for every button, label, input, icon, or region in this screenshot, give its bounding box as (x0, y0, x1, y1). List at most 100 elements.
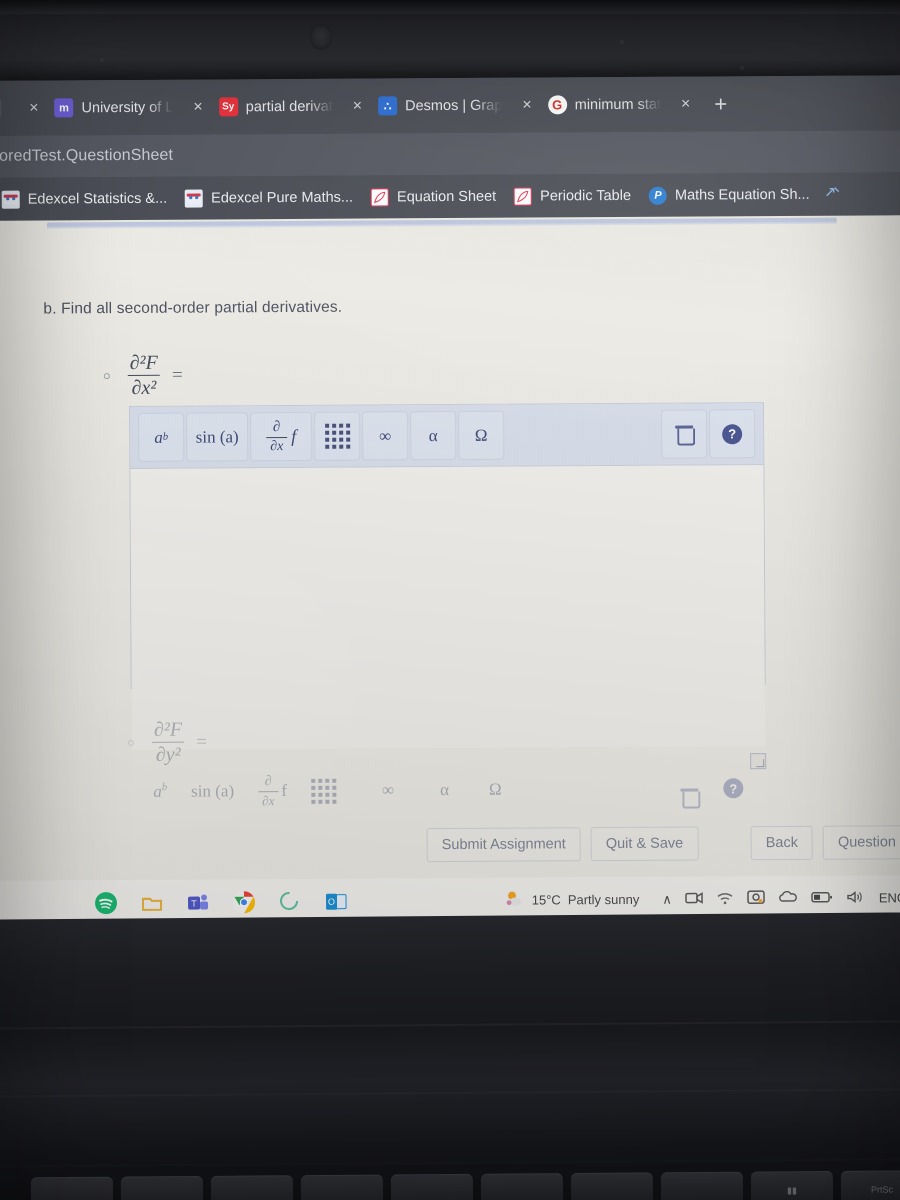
loading-circle-icon[interactable] (278, 889, 302, 913)
laptop-screen: × m University of L × Sy partial derivat… (0, 75, 900, 926)
new-tab-button[interactable]: + (704, 91, 737, 116)
onedrive-tray-icon[interactable] (747, 889, 765, 908)
browser-tabstrip: × m University of L × Sy partial derivat… (0, 75, 900, 136)
battery-icon[interactable] (811, 890, 833, 906)
browser-tab-title: University of L (81, 99, 174, 116)
browser-tab-3[interactable]: ∴ Desmos | Grap × (376, 85, 546, 126)
question-mark-icon: ? (723, 778, 744, 799)
infinity-button[interactable]: ∞ (382, 780, 394, 800)
back-button[interactable]: Back (750, 825, 814, 861)
tab-close-icon[interactable]: × (17, 99, 50, 116)
exponent-button[interactable]: ab (138, 412, 185, 462)
weather-condition: Partly sunny (567, 891, 640, 908)
math-editor-1[interactable]: ab sin (a) ∂ ∂x f ∞ α Ω ? (128, 402, 767, 770)
assignment-page: b. Find all second-order partial derivat… (0, 215, 900, 926)
chrome-icon[interactable] (232, 890, 256, 914)
laptop-bezel-top (0, 0, 900, 82)
teams-icon[interactable]: T (186, 890, 210, 914)
equation-label-2: ∂²F ∂y² = (128, 718, 207, 766)
file-explorer-icon[interactable] (140, 890, 164, 914)
minerva-icon: m (54, 98, 74, 118)
camera-tray-icon[interactable] (685, 890, 703, 908)
infinity-symbol: ∞ (379, 425, 392, 445)
weather-widget[interactable]: 15°C Partly sunny (505, 889, 640, 911)
bookmarks-bar: Edexcel Statistics &... Edexcel Pure Mat… (0, 172, 900, 221)
show-hidden-icons-chevron[interactable]: ∧ (662, 891, 672, 907)
outlook-icon[interactable]: O (324, 889, 348, 913)
bookmark-item-0[interactable]: Edexcel Statistics &... (0, 189, 176, 209)
pdf-icon (514, 187, 533, 206)
tab-close-icon[interactable]: × (510, 96, 543, 113)
browser-chrome: × m University of L × Sy partial derivat… (0, 75, 900, 221)
omega-button[interactable]: Ω (458, 410, 505, 460)
key-label: ▮▮ (786, 1185, 797, 1196)
alpha-button[interactable]: α (410, 410, 457, 461)
browser-tab-2[interactable]: Sy partial derivat × (217, 86, 377, 127)
laptop-photo: × m University of L × Sy partial derivat… (0, 0, 900, 1200)
fraction-denominator: ∂x² (127, 374, 161, 399)
bookmark-label: Edexcel Statistics &... (27, 190, 168, 208)
pinterest-icon: P (648, 186, 668, 205)
fraction-dx2: ∂²F ∂x² (126, 352, 162, 399)
equation-bullet-icon (128, 739, 135, 746)
tab-close-icon[interactable]: × (341, 97, 374, 114)
trig-button-label: sin (a) (195, 426, 239, 447)
laptop-chassis: ▮▮ PrtSc (0, 912, 900, 1200)
bookmark-item-2[interactable]: Equation Sheet (362, 187, 505, 206)
equals-sign: = (196, 731, 207, 753)
trash-button[interactable] (661, 409, 708, 459)
matrix-button[interactable] (314, 411, 361, 461)
browser-tab-1[interactable]: m University of L × (52, 87, 216, 128)
infinity-button[interactable]: ∞ (362, 411, 409, 461)
svg-text:O: O (328, 896, 335, 906)
browser-tab-4[interactable]: G minimum stat × (546, 84, 705, 125)
partial-tab-favicon (0, 98, 2, 118)
quit-and-save-button[interactable]: Quit & Save (590, 826, 699, 862)
math-input-area-1[interactable] (130, 465, 766, 750)
alpha-button[interactable]: α (440, 780, 449, 800)
system-tray: 15°C Partly sunny ∧ ENG (505, 887, 900, 910)
address-bar-text: ctoredTest.QuestionSheet (0, 146, 174, 165)
wifi-icon[interactable] (716, 890, 734, 908)
svg-text:T: T (191, 898, 197, 908)
trash-icon (676, 425, 692, 443)
math-editor-2[interactable]: ab sin (a) ∂ ∂x f ∞ α Ω ? (153, 764, 744, 816)
question-prompt: b. Find all second-order partial derivat… (43, 298, 343, 318)
partly-sunny-icon (505, 890, 525, 911)
omega-symbol: Ω (474, 425, 488, 445)
bookmark-item-1[interactable]: Edexcel Pure Maths... (176, 188, 362, 208)
fraction-dy2: ∂²F ∂y² (150, 718, 186, 766)
math-toolbar-1: ab sin (a) ∂ ∂x f ∞ α Ω ? (130, 403, 764, 469)
language-indicator[interactable]: ENG (879, 890, 900, 905)
cloud-icon[interactable] (778, 890, 798, 907)
weather-temperature: 15°C (531, 892, 561, 908)
tab-close-icon[interactable]: × (181, 98, 214, 115)
browser-tab-0[interactable]: × (0, 88, 53, 128)
key-label: PrtSc (870, 1184, 894, 1195)
bookmark-item-3[interactable]: Periodic Table (505, 186, 640, 206)
help-button[interactable]: ? (723, 778, 744, 799)
submit-assignment-button[interactable]: Submit Assignment (426, 827, 581, 863)
question-menu-button[interactable]: Question M (822, 825, 900, 860)
tab-close-icon[interactable]: × (669, 95, 702, 112)
help-button[interactable]: ? (709, 409, 756, 459)
matrix-button[interactable] (310, 778, 337, 804)
trig-button[interactable]: sin (a) (191, 781, 234, 801)
volume-icon[interactable] (846, 889, 864, 907)
bookmark-label: Maths Equation Sh... (674, 186, 810, 204)
spotify-icon[interactable] (94, 891, 118, 915)
omega-button[interactable]: Ω (489, 780, 502, 800)
webcam-icon (310, 24, 332, 50)
partial-derivative-button[interactable]: ∂ ∂x f (258, 774, 287, 808)
bookmark-item-4[interactable]: P Maths Equation Sh... (640, 185, 819, 205)
bookmark-overflow-icon[interactable] (825, 184, 841, 204)
resize-handle-1[interactable] (750, 753, 767, 770)
desmos-icon: ∴ (378, 96, 398, 116)
trig-button[interactable]: sin (a) (186, 412, 249, 462)
taskbar-apps: T O (0, 889, 348, 915)
browser-tab-title: minimum stat (574, 96, 661, 113)
partial-derivative-button[interactable]: ∂ ∂x f (250, 411, 313, 462)
fraction-numerator: ∂²F (153, 718, 183, 741)
exponent-button[interactable]: ab (153, 782, 167, 802)
address-bar[interactable]: ctoredTest.QuestionSheet (0, 130, 900, 178)
